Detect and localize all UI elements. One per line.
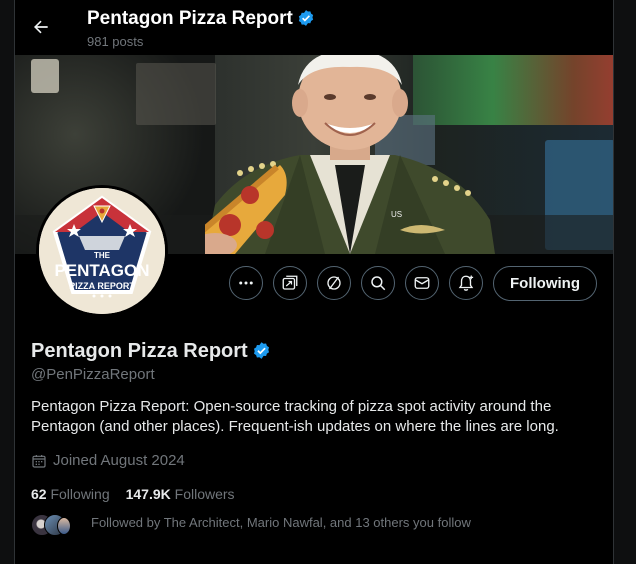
joined-date: Joined August 2024 — [31, 452, 185, 469]
following-button[interactable]: Following — [493, 266, 597, 301]
following-link[interactable]: 62 Following — [31, 486, 110, 502]
message-button[interactable] — [405, 266, 439, 300]
following-label: Following — [50, 486, 110, 502]
back-button[interactable] — [26, 12, 56, 42]
more-options-button[interactable] — [229, 266, 263, 300]
grok-button[interactable] — [273, 266, 307, 300]
joined-date-text: Joined August 2024 — [53, 452, 185, 469]
notifications-button[interactable] — [449, 266, 483, 300]
header-post-count: 981 posts — [87, 34, 144, 49]
verified-badge-icon[interactable] — [252, 341, 271, 366]
followed-by-text[interactable]: Followed by The Architect, Mario Nawfal,… — [91, 515, 471, 530]
following-count: 62 — [31, 486, 47, 502]
display-name-wrap: Pentagon Pizza Report — [31, 340, 271, 366]
grok-icon — [282, 275, 298, 290]
profile-avatar[interactable]: THE PENTAGON PIZZA REPORT — [36, 185, 168, 317]
more-icon — [239, 281, 253, 285]
banner-uniform-patch: US — [391, 210, 402, 219]
follow-stats: 62 Following 147.9K Followers — [31, 486, 235, 502]
header-title-wrap: Pentagon Pizza Report — [87, 8, 315, 33]
profile-handle: @PenPizzaReport — [31, 366, 155, 383]
calendar-icon — [32, 454, 46, 468]
notification-bell-icon — [458, 275, 474, 291]
window-margin-left — [0, 0, 14, 564]
followers-link[interactable]: 147.9K Followers — [126, 486, 235, 502]
pentagon-pizza-logo: THE PENTAGON PIZZA REPORT — [39, 188, 165, 314]
logo-text-pizza-report: PIZZA REPORT — [69, 281, 135, 291]
no-entry-button[interactable] — [317, 266, 351, 300]
followers-count: 147.9K — [125, 486, 171, 502]
logo-text-the: THE — [94, 251, 111, 260]
followed-by-avatars[interactable] — [31, 514, 81, 536]
column-border-right — [613, 0, 614, 564]
logo-text-pentagon: PENTAGON — [54, 261, 149, 280]
display-name: Pentagon Pizza Report — [31, 340, 248, 362]
follower-avatar — [57, 517, 71, 535]
window-margin-right — [614, 0, 636, 564]
search-icon — [371, 276, 386, 291]
no-entry-icon — [327, 276, 341, 290]
verified-badge-icon — [297, 9, 315, 33]
profile-bio: Pentagon Pizza Report: Open-source track… — [31, 398, 559, 435]
back-arrow-icon — [34, 20, 48, 34]
search-profile-button[interactable] — [361, 266, 395, 300]
followers-label: Followers — [174, 486, 235, 502]
message-icon — [414, 277, 430, 289]
banner-general-illustration: US — [205, 55, 495, 254]
header-title: Pentagon Pizza Report — [87, 8, 293, 29]
